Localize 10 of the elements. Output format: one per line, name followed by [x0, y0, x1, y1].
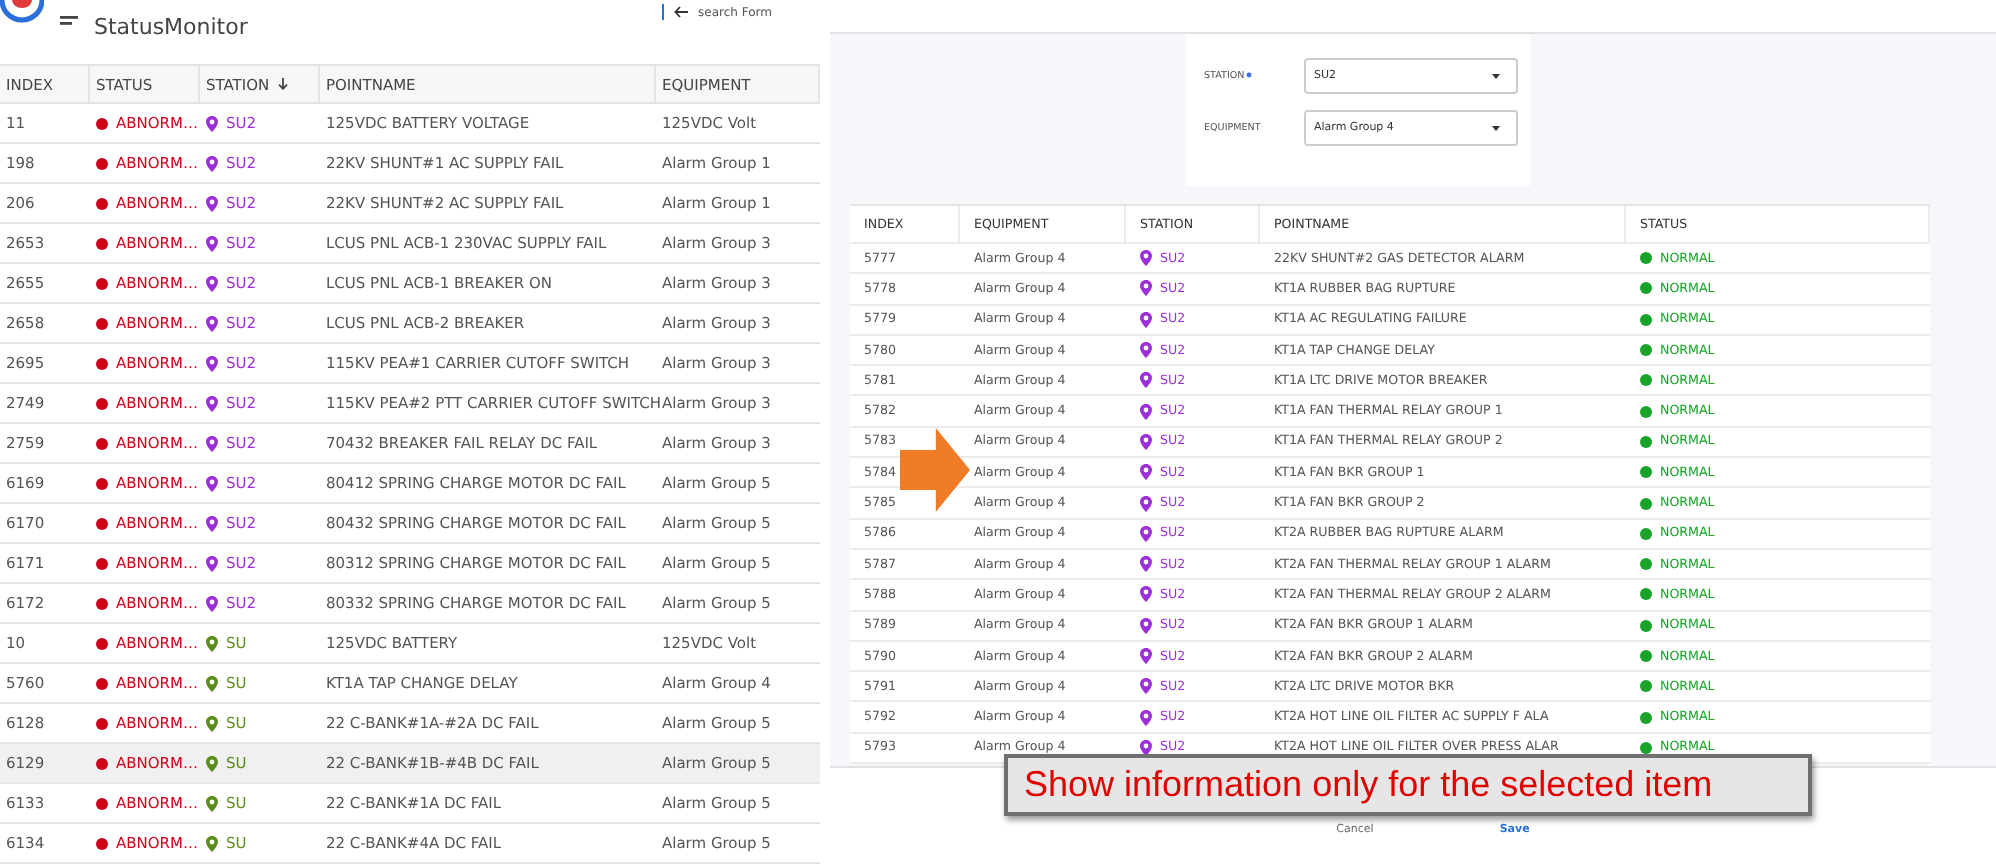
- divider-bar: [661, 4, 665, 20]
- caret-icon: [1492, 73, 1500, 79]
- arrow-icon: [900, 428, 970, 512]
- app-title: StatusMonitor: [94, 14, 248, 40]
- callout-caption: Show information only for the selected item: [1004, 754, 1812, 816]
- back-arrow-icon[interactable]: [674, 6, 689, 18]
- logo-icon: [0, 0, 44, 28]
- caret-icon: [1492, 125, 1500, 131]
- sort-arrow-icon[interactable]: [277, 78, 288, 90]
- menu-icon[interactable]: [60, 16, 78, 30]
